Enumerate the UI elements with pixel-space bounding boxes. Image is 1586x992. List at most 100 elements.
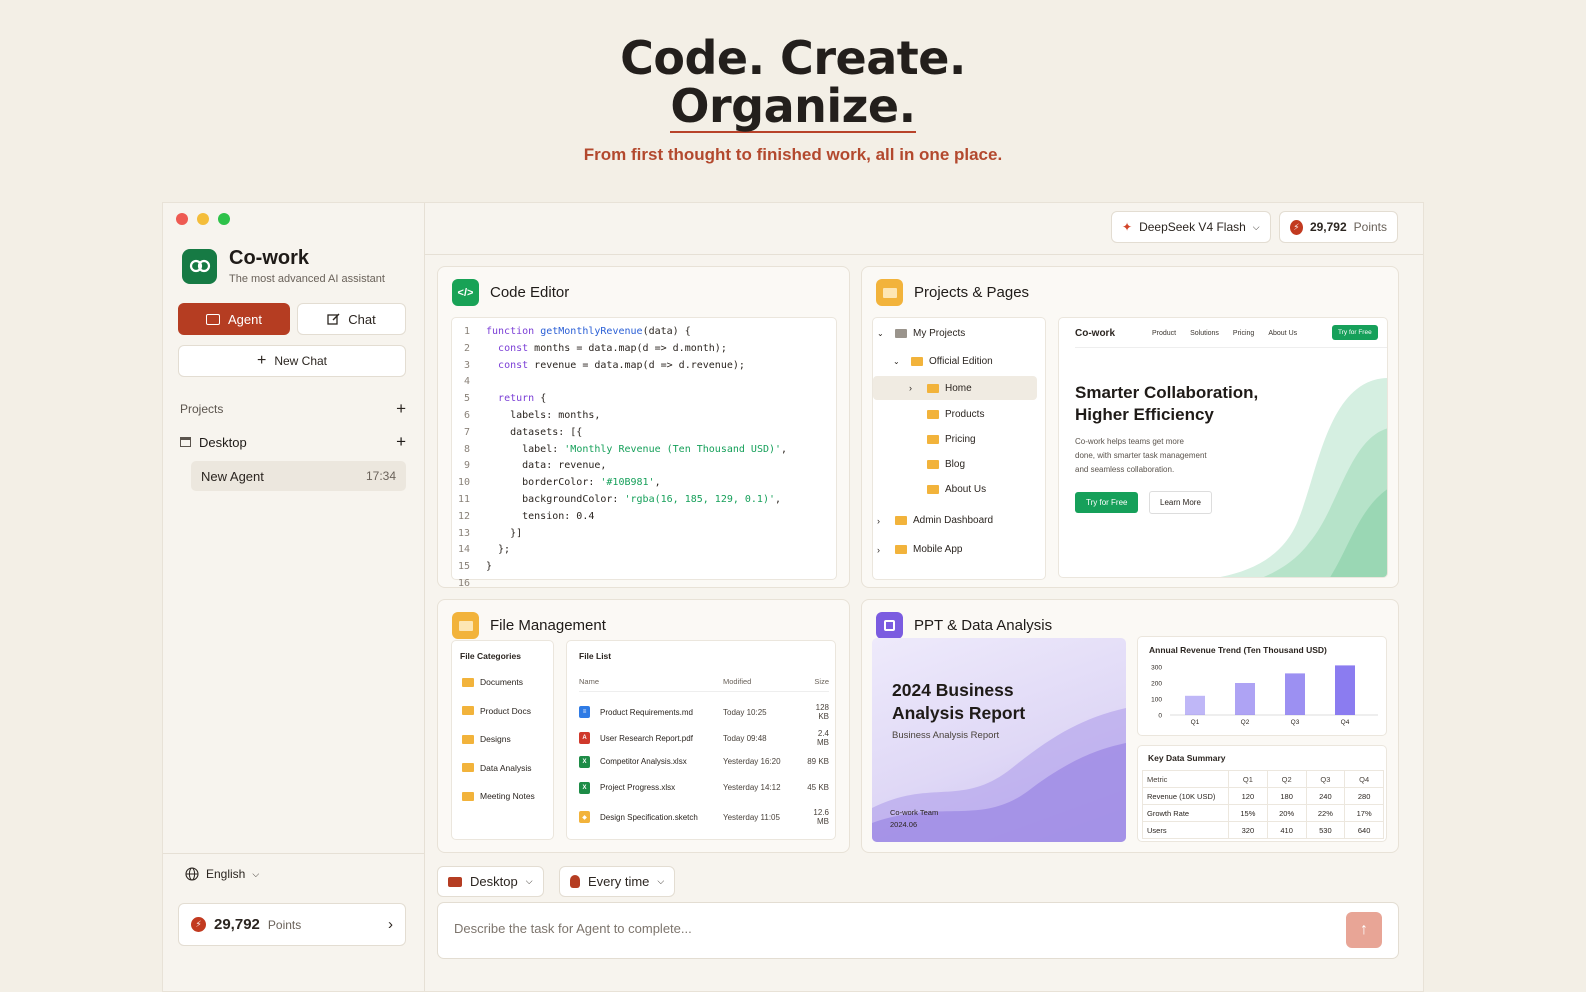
- file-row[interactable]: ≡ Product Requirements.md Today 10:25 128 K…: [579, 703, 829, 721]
- topbar-points[interactable]: ⚡ 29,792 Points: [1279, 211, 1398, 243]
- chevron-down-icon: ⌵: [1252, 221, 1260, 232]
- chevron-down-icon: ⌵: [525, 876, 533, 886]
- task-input-box[interactable]: ↑: [437, 902, 1399, 959]
- table-cell: 22%: [1305, 804, 1346, 822]
- preview-cta-primary[interactable]: Try for Free: [1075, 492, 1139, 513]
- close-dot[interactable]: [176, 213, 188, 225]
- file-category-item[interactable]: Designs: [462, 734, 511, 744]
- language-label: English: [206, 867, 246, 881]
- file-list-header: Name Modified Size: [579, 677, 829, 692]
- slide-preview[interactable]: 2024 Business Analysis Report Business A…: [872, 638, 1126, 842]
- chevron-down-icon: ⌵: [252, 868, 260, 879]
- code-line: 6 labels: months,: [452, 408, 836, 425]
- table-cell: 17%: [1344, 804, 1384, 822]
- code-editor-card[interactable]: </> Code Editor 1 function getMonthlyReve…: [437, 266, 850, 589]
- folder-icon: [452, 612, 479, 639]
- chat-button[interactable]: Chat: [297, 303, 406, 335]
- table-header-cell: Metric: [1142, 770, 1229, 788]
- line-number: 10: [457, 477, 470, 489]
- folder-icon: [462, 763, 474, 772]
- add-project-icon[interactable]: +: [396, 399, 406, 419]
- tree-item-blog[interactable]: Blog: [927, 459, 965, 470]
- line-number: 5: [463, 393, 470, 405]
- website-preview[interactable]: Co-work Product Solutions Pricing About …: [1058, 317, 1388, 578]
- slide-title-line1: 2024 Business: [892, 680, 1014, 700]
- bar-q4: [1335, 665, 1355, 715]
- main-area: ✦ DeepSeek V4 Flash ⌵ ⚡ 29,792 Points </…: [425, 203, 1423, 991]
- code-text: function getMonthlyRevenue(data) {: [486, 326, 691, 337]
- file-category-item[interactable]: Meeting Notes: [462, 791, 535, 801]
- tree-label: My Projects: [913, 328, 966, 339]
- add-desktop-item-icon[interactable]: +: [396, 432, 406, 452]
- file-row[interactable]: A User Research Report.pdf Today 09:48 2.4 …: [579, 729, 829, 747]
- ppt-title: PPT & Data Analysis: [914, 617, 1053, 634]
- app-tagline: The most advanced AI assistant: [229, 273, 385, 285]
- file-management-card[interactable]: File Management File Categories Document…: [437, 599, 850, 853]
- code-line: 15}: [452, 559, 836, 576]
- desktop-icon: [180, 437, 191, 447]
- permission-selector[interactable]: Every time ⌵: [559, 866, 676, 897]
- model-selector[interactable]: ✦ DeepSeek V4 Flash ⌵: [1111, 211, 1271, 243]
- folder-icon: [927, 410, 939, 419]
- chat-button-label: Chat: [348, 311, 376, 327]
- file-size: 12.6 MB: [813, 808, 829, 827]
- key-data-summary: Key Data Summary Metric Q1 Q2 Q3 Q4 Revenue (…: [1137, 745, 1387, 842]
- code-line: 11 backgroundColor: 'rgba(16, 185, 129, …: [452, 492, 836, 509]
- revenue-chart: Annual Revenue Trend (Ten Thousand USD) …: [1137, 636, 1387, 736]
- slide-subtitle: Business Analysis Report: [892, 730, 1000, 741]
- tree-item-products[interactable]: Products: [927, 409, 984, 420]
- location-selector[interactable]: Desktop ⌵: [437, 866, 544, 897]
- tree-item-home[interactable]: › Home: [873, 376, 1037, 400]
- file-name: Design Specification.sketch: [600, 812, 698, 822]
- preview-nav-item[interactable]: Product: [1152, 330, 1176, 337]
- col-modified: Modified: [723, 677, 752, 686]
- task-input[interactable]: [454, 921, 1334, 936]
- tree-item-pricing[interactable]: Pricing: [927, 434, 976, 445]
- file-category-item[interactable]: Product Docs: [462, 706, 531, 716]
- edit-icon: [327, 313, 340, 325]
- code-text: borderColor: '#10B981',: [486, 477, 661, 489]
- projects-header: Projects & Pages: [876, 279, 1029, 306]
- preview-nav-cta[interactable]: Try for Free: [1332, 325, 1378, 340]
- x-tick-label: Q2: [1241, 719, 1250, 726]
- tree-item-official-edition[interactable]: ⌄ Official Edition: [893, 356, 993, 367]
- desktop-project[interactable]: Desktop +: [180, 432, 406, 452]
- file-modified: Today 09:48: [723, 733, 767, 743]
- preview-brand: Co-work: [1075, 328, 1115, 339]
- window-controls: [176, 213, 230, 225]
- tree-item-admin-dashboard[interactable]: › Admin Dashboard: [877, 515, 993, 526]
- tree-item-mobile-app[interactable]: › Mobile App: [877, 544, 962, 555]
- sidebar-divider: [163, 853, 425, 854]
- projects-card[interactable]: Projects & Pages ⌄ My Projects ⌄ Official …: [861, 266, 1399, 588]
- file-row[interactable]: ◆ Design Specification.sketch Yesterday 11…: [579, 808, 829, 826]
- tree-label: Home: [945, 382, 972, 394]
- code-line: 5 return {: [452, 391, 836, 408]
- tree-item-about-us[interactable]: About Us: [927, 484, 986, 495]
- minimize-dot[interactable]: [197, 213, 209, 225]
- maximize-dot[interactable]: [218, 213, 230, 225]
- preview-cta-secondary[interactable]: Learn More: [1149, 491, 1212, 514]
- file-row[interactable]: X Competitor Analysis.xlsx Yesterday 16:20…: [579, 755, 829, 768]
- tree-label: Blog: [945, 459, 966, 470]
- agent-list-item[interactable]: New Agent 17:34: [191, 461, 406, 491]
- agent-button[interactable]: Agent: [178, 303, 290, 335]
- file-row[interactable]: X Project Progress.xlsx Yesterday 14:12 45 …: [579, 781, 829, 794]
- ppt-analysis-card[interactable]: PPT & Data Analysis 2024 Business Analys…: [861, 599, 1399, 853]
- preview-nav-item[interactable]: Solutions: [1190, 330, 1219, 337]
- language-selector[interactable]: English ⌵: [185, 867, 259, 881]
- table-cell: 240: [1305, 787, 1346, 805]
- ppt-header: PPT & Data Analysis: [876, 612, 1052, 639]
- new-chat-button[interactable]: + New Chat: [178, 345, 406, 377]
- points-card[interactable]: ⚡ 29,792 Points ›: [178, 903, 406, 946]
- tree-item-my-projects[interactable]: ⌄ My Projects: [877, 328, 965, 339]
- preview-nav-item[interactable]: Pricing: [1233, 330, 1254, 337]
- file-category-item[interactable]: Documents: [462, 677, 523, 687]
- code-block[interactable]: 1 function getMonthlyRevenue(data) {2 con…: [451, 317, 837, 589]
- file-category-label: Meeting Notes: [480, 791, 535, 801]
- agent-icon: [206, 313, 220, 325]
- code-text: tension: 0.4: [486, 510, 595, 522]
- code-text: const months = data.map(d => d.month);: [498, 342, 727, 354]
- preview-nav-item[interactable]: About Us: [1268, 330, 1297, 337]
- send-button[interactable]: ↑: [1346, 912, 1382, 948]
- file-category-item[interactable]: Data Analysis: [462, 763, 532, 773]
